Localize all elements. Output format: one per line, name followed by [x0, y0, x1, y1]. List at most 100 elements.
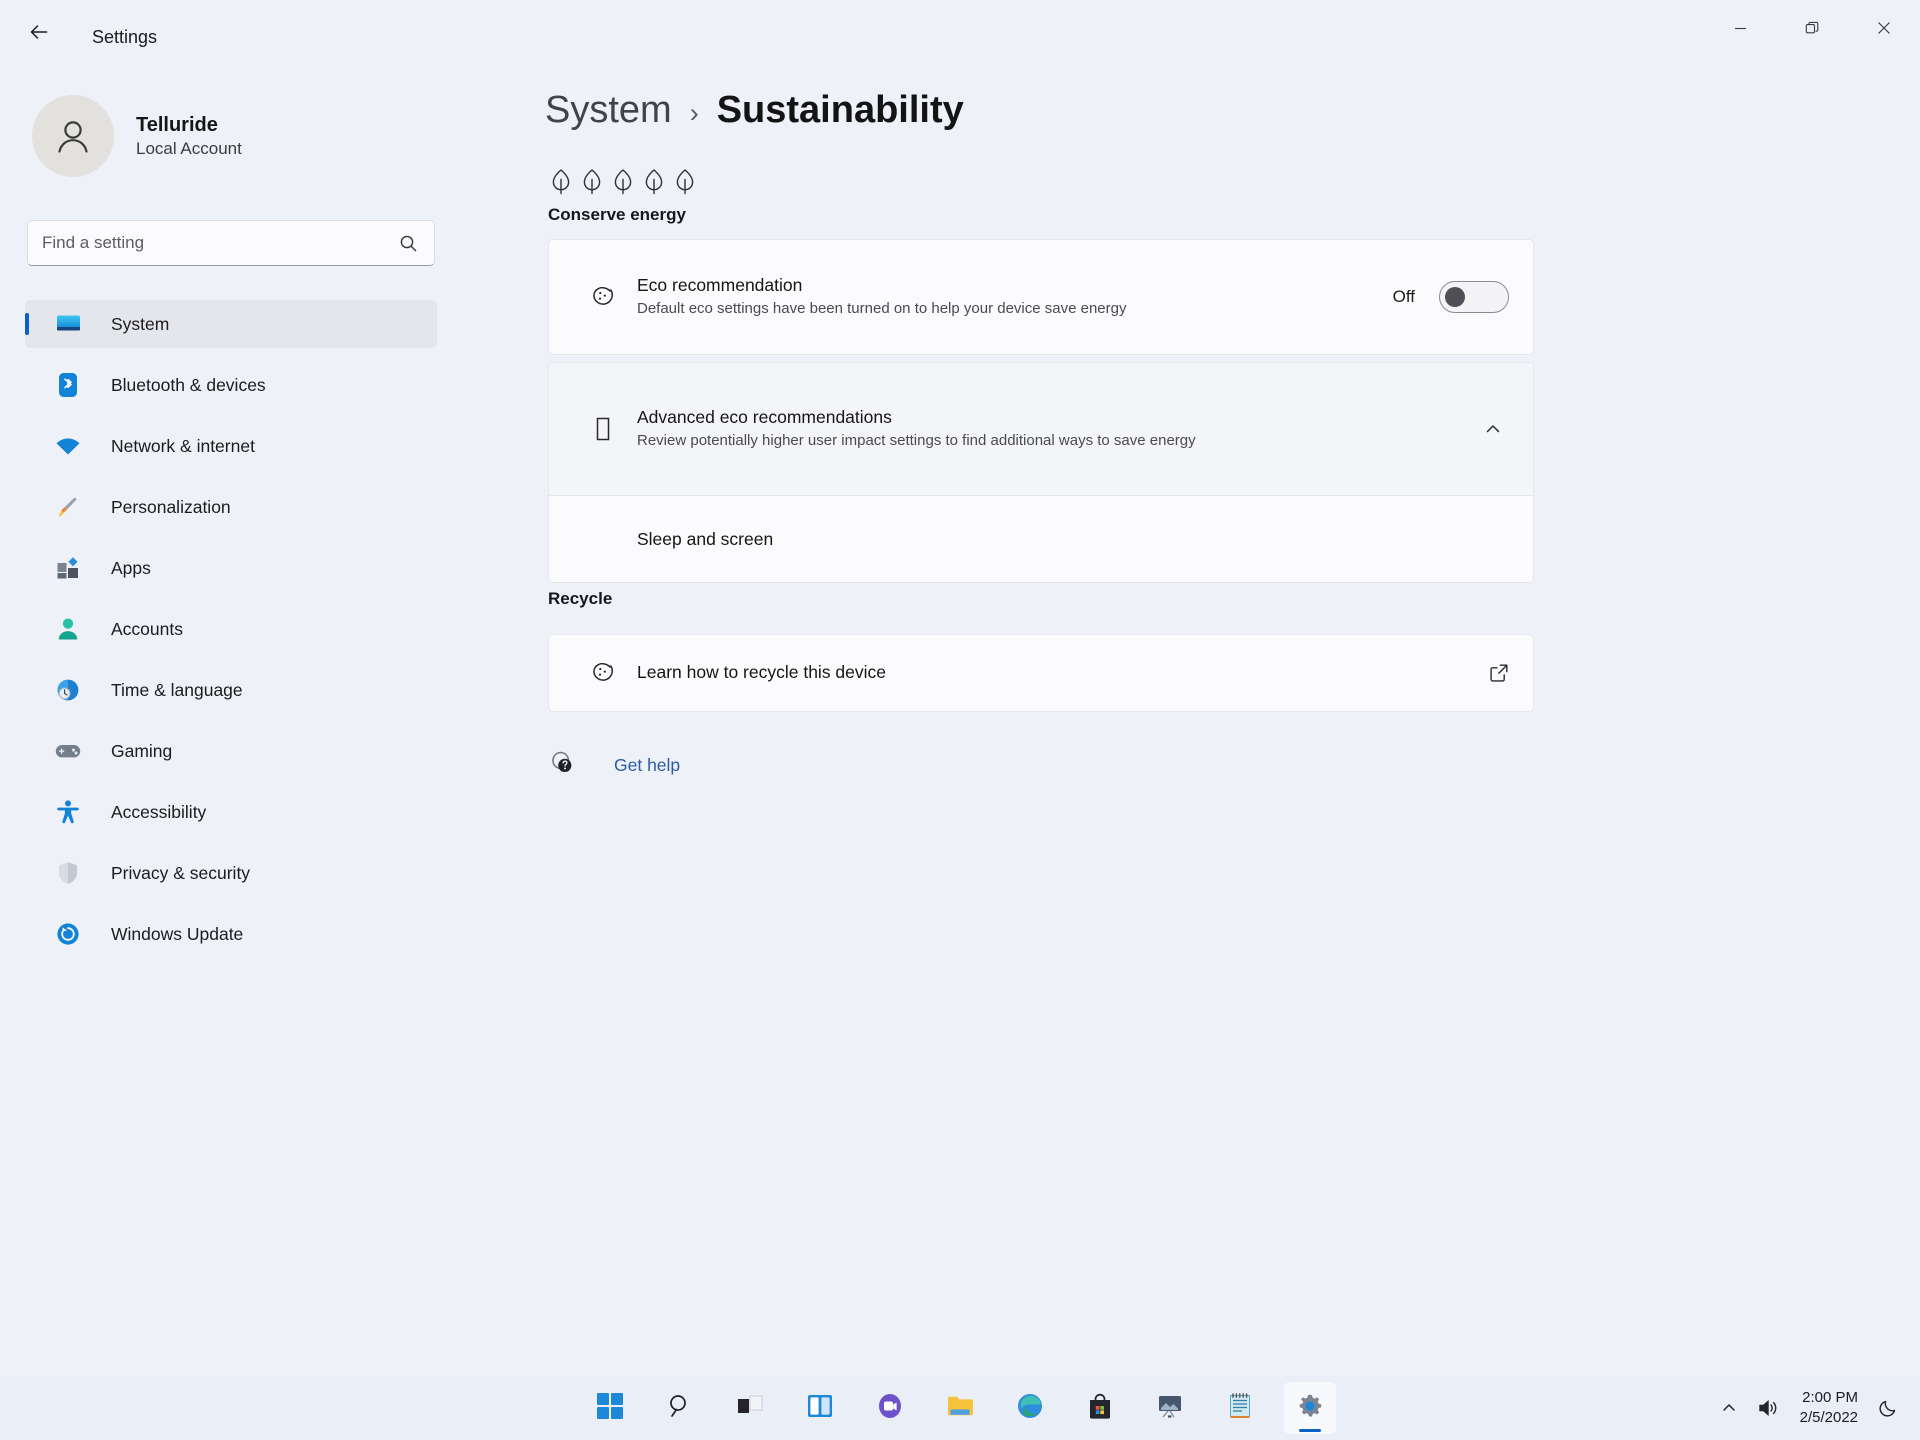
sidebar-item-label: Accessibility: [111, 801, 207, 822]
avatar: [32, 95, 114, 177]
back-button[interactable]: [22, 18, 56, 46]
notepad-icon: [1229, 1392, 1251, 1424]
sidebar-item-accounts[interactable]: Accounts: [25, 605, 437, 653]
recycle-heading: Recycle: [548, 589, 613, 608]
advanced-eco-expander-header[interactable]: Advanced eco recommendations Review pote…: [549, 363, 1533, 496]
moon-focus-icon[interactable]: [1878, 1398, 1898, 1418]
sidebar-item-label: Bluetooth & devices: [111, 374, 266, 395]
task-view-button[interactable]: [724, 1382, 776, 1434]
leaf-icon: [579, 167, 605, 202]
recycle-link-label: Learn how to recycle this device: [637, 662, 887, 683]
sidebar-item-label: Apps: [111, 557, 151, 578]
edge-button[interactable]: [1004, 1382, 1056, 1434]
eco-recommendation-card: Eco recommendation Default eco settings …: [548, 239, 1534, 355]
file-explorer-button[interactable]: [934, 1382, 986, 1434]
chat-teams-icon: [877, 1393, 903, 1424]
close-button[interactable]: [1848, 0, 1920, 56]
widgets-button[interactable]: [794, 1382, 846, 1434]
help-question-icon: [550, 750, 576, 781]
windows-logo-icon: [597, 1392, 623, 1424]
gamepad-icon: [53, 738, 83, 764]
sidebar: Telluride Local Account Find a setting S…: [0, 62, 545, 1376]
breadcrumb: System › Sustainability: [545, 89, 964, 132]
sidebar-item-system[interactable]: System: [25, 300, 437, 348]
missing-glyph-icon: [579, 417, 627, 441]
sidebar-nav: System Bluetooth & devices Network & int…: [25, 300, 437, 971]
eco-toggle-state-label: Off: [1392, 287, 1415, 306]
external-link-icon: [1489, 663, 1509, 683]
eco-leaf-circle-icon: [579, 282, 627, 312]
sidebar-item-label: Personalization: [111, 496, 231, 517]
leaf-icon: [610, 167, 636, 202]
title-bar: Settings: [0, 0, 1920, 62]
photos-button[interactable]: [1144, 1382, 1196, 1434]
sidebar-item-privacy-security[interactable]: Privacy & security: [25, 849, 437, 897]
taskbar: 2:00 PM 2/5/2022: [0, 1376, 1920, 1440]
task-view-icon: [737, 1393, 763, 1424]
sidebar-item-label: Windows Update: [111, 923, 244, 944]
shield-icon: [53, 860, 83, 886]
account-summary[interactable]: Telluride Local Account: [32, 95, 242, 177]
settings-button[interactable]: [1284, 1382, 1336, 1434]
sidebar-item-network-internet[interactable]: Network & internet: [25, 422, 437, 470]
get-help-link[interactable]: Get help: [550, 750, 680, 781]
sidebar-item-label: Gaming: [111, 740, 173, 761]
search-box[interactable]: [27, 220, 435, 266]
sidebar-item-label: Privacy & security: [111, 862, 251, 883]
clock-date: 2/5/2022: [1799, 1409, 1858, 1426]
store-button[interactable]: [1074, 1382, 1126, 1434]
paintbrush-icon: [53, 494, 83, 520]
taskbar-buttons: [584, 1382, 1336, 1434]
sidebar-item-accessibility[interactable]: Accessibility: [25, 788, 437, 836]
search-input[interactable]: [28, 233, 399, 253]
recycle-card[interactable]: Learn how to recycle this device: [548, 634, 1534, 712]
sidebar-item-bluetooth-devices[interactable]: Bluetooth & devices: [25, 361, 437, 409]
sidebar-item-apps[interactable]: Apps: [25, 544, 437, 592]
bluetooth-icon: [53, 372, 83, 398]
leaf-icon: [641, 167, 667, 202]
edge-browser-icon: [1017, 1393, 1043, 1424]
maximize-button[interactable]: [1776, 0, 1848, 56]
content-pane: System › Sustainability Conserve energy …: [545, 62, 1920, 1376]
chevron-up-icon[interactable]: [1483, 419, 1509, 439]
advanced-eco-description: Review potentially higher user impact se…: [637, 432, 1196, 450]
page-title: Sustainability: [716, 89, 964, 131]
accessibility-person-icon: [53, 799, 83, 825]
search-icon: [399, 234, 434, 253]
advanced-eco-title: Advanced eco recommendations: [637, 407, 892, 428]
eco-toggle-group[interactable]: Off: [1393, 281, 1509, 313]
app-title: Settings: [92, 27, 158, 47]
account-type: Local Account: [136, 138, 242, 158]
clock-time: 2:00 PM: [1802, 1388, 1858, 1406]
wifi-icon: [53, 433, 83, 459]
folder-icon: [947, 1394, 973, 1423]
start-button[interactable]: [584, 1382, 636, 1434]
system-tray: 2:00 PM 2/5/2022: [1720, 1376, 1920, 1440]
show-hidden-icons-chevron[interactable]: [1720, 1399, 1738, 1417]
advanced-eco-recommendations-card: Advanced eco recommendations Review pote…: [548, 362, 1534, 583]
sidebar-item-label: Network & internet: [111, 435, 255, 456]
toggle-knob: [1445, 287, 1465, 307]
sidebar-item-time-language[interactable]: Time & language: [25, 666, 437, 714]
clock-globe-icon: [53, 677, 83, 703]
eco-recommendation-title: Eco recommendation: [637, 275, 803, 296]
minimize-button[interactable]: [1704, 0, 1776, 56]
chat-button[interactable]: [864, 1382, 916, 1434]
sidebar-item-windows-update[interactable]: Windows Update: [25, 910, 437, 958]
notepad-button[interactable]: [1214, 1382, 1266, 1434]
speaker-volume-icon[interactable]: [1758, 1398, 1780, 1418]
search-icon: [667, 1393, 693, 1424]
sidebar-item-label: System: [111, 313, 170, 334]
sidebar-item-personalization[interactable]: Personalization: [25, 483, 437, 531]
microsoft-store-icon: [1088, 1393, 1112, 1424]
search-button[interactable]: [654, 1382, 706, 1434]
clock[interactable]: 2:00 PM 2/5/2022: [1800, 1388, 1858, 1429]
eco-recommendation-toggle[interactable]: [1439, 281, 1509, 313]
settings-window: Settings Telluride Local Account Find a …: [0, 0, 1920, 1376]
sleep-and-screen-row[interactable]: Sleep and screen: [549, 496, 1533, 582]
breadcrumb-parent[interactable]: System: [545, 89, 672, 132]
eco-recommendation-description: Default eco settings have been turned on…: [637, 300, 1127, 318]
leaf-rating: [548, 167, 698, 202]
widgets-icon: [807, 1393, 833, 1424]
sidebar-item-gaming[interactable]: Gaming: [25, 727, 437, 775]
